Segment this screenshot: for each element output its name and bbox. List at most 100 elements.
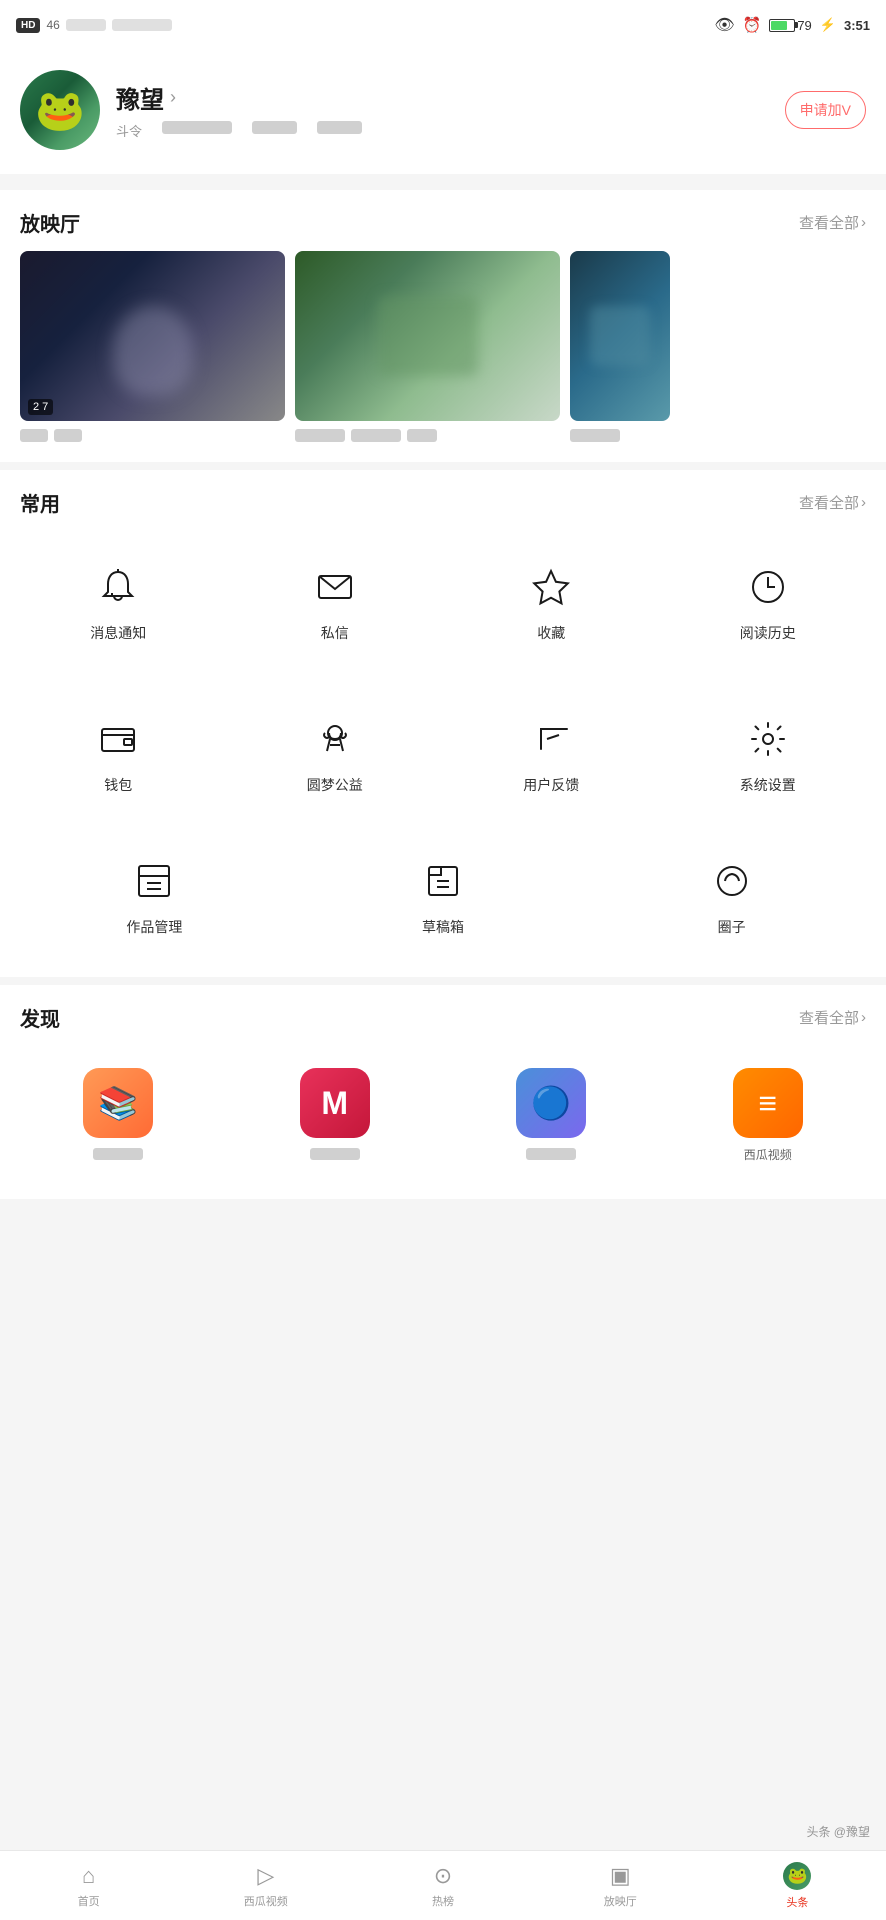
- tool-works[interactable]: 作品管理: [10, 835, 299, 957]
- play-icon: ▷: [257, 1863, 274, 1889]
- tool-history[interactable]: 阅读历史: [660, 541, 877, 663]
- bottom-spacer: [0, 1199, 886, 1279]
- nav-home[interactable]: ⌂ 首页: [0, 1855, 177, 1917]
- faxian-chevron-icon: ›: [861, 1009, 866, 1026]
- discover-apps-grid: 📚 M 🔵 ≡: [0, 1046, 886, 1199]
- tool-collect[interactable]: 收藏: [443, 541, 660, 663]
- circle-icon: [706, 855, 758, 907]
- video-duration-1: 2 7: [28, 399, 53, 415]
- mail-icon: [309, 561, 361, 613]
- works-icon: [128, 855, 180, 907]
- nav-profile[interactable]: 🐸 头条: [709, 1854, 886, 1918]
- status-right: 👁 ⏰ 79 ⚡ 3:51: [714, 15, 870, 35]
- app-icon-1: 📚: [83, 1068, 153, 1138]
- profile-info: 豫望 › 斗令: [116, 80, 362, 140]
- tool-draft-label: 草稿箱: [422, 917, 464, 937]
- battery-icon: [769, 19, 795, 32]
- battery-container: 79: [769, 18, 811, 33]
- video-bg-3: [570, 251, 670, 421]
- app-item-2[interactable]: M: [227, 1056, 444, 1175]
- video-thumb-2: [295, 251, 560, 421]
- apply-v-button[interactable]: 申请加V: [785, 91, 866, 129]
- video-bg-2: [295, 251, 560, 421]
- app-label-1: [93, 1146, 143, 1160]
- alarm-icon: ⏰: [743, 16, 762, 34]
- nav-fangying[interactable]: ▣ 放映厅: [532, 1855, 709, 1917]
- changyong-view-all-text: 查看全部: [799, 492, 859, 513]
- faxian-header: 发现 查看全部 ›: [0, 985, 886, 1046]
- stat-value-2: [252, 121, 297, 134]
- tool-collect-label: 收藏: [537, 623, 565, 643]
- nav-profile-label-text: 头条: [786, 1897, 808, 1909]
- faxian-section: 发现 查看全部 › 📚 M 🔵: [0, 985, 886, 1199]
- video-label-1a: [20, 429, 48, 442]
- nav-fangying-label: 放映厅: [604, 1893, 637, 1909]
- nav-avatar: 🐸: [783, 1862, 811, 1890]
- app-item-xigua[interactable]: ≡ 西瓜视频: [660, 1056, 877, 1175]
- app-label-2: [310, 1146, 360, 1160]
- profile-name: 豫望: [116, 80, 164, 115]
- avatar-image: 🐸: [20, 70, 100, 150]
- nav-xigua[interactable]: ▷ 西瓜视频: [177, 1855, 354, 1917]
- changyong-section: 常用 查看全部 › 消息通知: [0, 470, 886, 977]
- video-label-1b: [54, 429, 82, 442]
- faxian-view-all-text: 查看全部: [799, 1007, 859, 1028]
- charging-icon: ⚡: [820, 17, 836, 33]
- tool-feedback-label: 用户反馈: [523, 775, 579, 795]
- video-item-2[interactable]: [295, 251, 560, 442]
- tool-circle-label: 圈子: [718, 917, 746, 937]
- tool-wallet-label: 钱包: [104, 775, 132, 795]
- tool-circle[interactable]: 圈子: [587, 835, 876, 957]
- tool-wallet[interactable]: 钱包: [10, 693, 227, 815]
- tool-works-label: 作品管理: [126, 917, 182, 937]
- video-thumb-1: 2 7: [20, 251, 285, 421]
- video-thumb-3: [570, 251, 670, 421]
- tool-notification-label: 消息通知: [90, 623, 146, 643]
- video-item-1[interactable]: 2 7: [20, 251, 285, 442]
- bell-icon: [92, 561, 144, 613]
- fangying-view-all[interactable]: 查看全部 ›: [799, 212, 866, 233]
- changyong-view-all[interactable]: 查看全部 ›: [799, 492, 866, 513]
- watermark: 头条 @豫望: [806, 1823, 870, 1840]
- nav-home-label: 首页: [78, 1893, 100, 1909]
- video-label-2b: [351, 429, 401, 442]
- changyong-header: 常用 查看全部 ›: [0, 470, 886, 531]
- tool-feedback[interactable]: 用户反馈: [443, 693, 660, 815]
- tool-history-label: 阅读历史: [740, 623, 796, 643]
- settings-icon: [742, 713, 794, 765]
- feedback-icon: [525, 713, 577, 765]
- app-label-blur-1: [93, 1148, 143, 1160]
- avatar[interactable]: 🐸: [20, 70, 100, 150]
- nav-hot-label: 热榜: [432, 1893, 454, 1909]
- video-item-3[interactable]: [570, 251, 670, 442]
- profile-stats: 斗令: [116, 121, 362, 140]
- tools-row-1: 消息通知 私信 收藏: [0, 531, 886, 683]
- carrier-bar: [66, 19, 106, 31]
- nav-hot[interactable]: ⊙ 热榜: [354, 1855, 531, 1917]
- changyong-chevron-icon: ›: [861, 494, 866, 511]
- app-item-1[interactable]: 📚: [10, 1056, 227, 1175]
- video-label-2c: [407, 429, 437, 442]
- stat-label-doulv: 斗令: [116, 121, 142, 140]
- fangying-header: 放映厅 查看全部 ›: [0, 190, 886, 251]
- stat-value-1: [162, 121, 232, 134]
- fangying-title: 放映厅: [20, 208, 80, 237]
- faxian-view-all[interactable]: 查看全部 ›: [799, 1007, 866, 1028]
- profile-left: 🐸 豫望 › 斗令: [20, 70, 362, 150]
- tool-message[interactable]: 私信: [227, 541, 444, 663]
- tool-notification[interactable]: 消息通知: [10, 541, 227, 663]
- star-icon: [525, 561, 577, 613]
- profile-section: 🐸 豫望 › 斗令 申请加V: [0, 50, 886, 182]
- tools-row-3: 作品管理 草稿箱 圈子: [0, 835, 886, 977]
- tool-draft[interactable]: 草稿箱: [299, 835, 588, 957]
- profile-name-row[interactable]: 豫望 ›: [116, 80, 362, 115]
- tool-settings[interactable]: 系统设置: [660, 693, 877, 815]
- app-item-3[interactable]: 🔵: [443, 1056, 660, 1175]
- bottom-nav: ⌂ 首页 ▷ 西瓜视频 ⊙ 热榜 ▣ 放映厅 🐸 头条: [0, 1850, 886, 1920]
- tool-charity[interactable]: 圆梦公益: [227, 693, 444, 815]
- video-bg-1: [20, 251, 285, 421]
- signal-text: 46: [46, 18, 59, 32]
- app-label-blur-3: [526, 1148, 576, 1160]
- home-icon: ⌂: [82, 1863, 95, 1889]
- wallet-icon: [92, 713, 144, 765]
